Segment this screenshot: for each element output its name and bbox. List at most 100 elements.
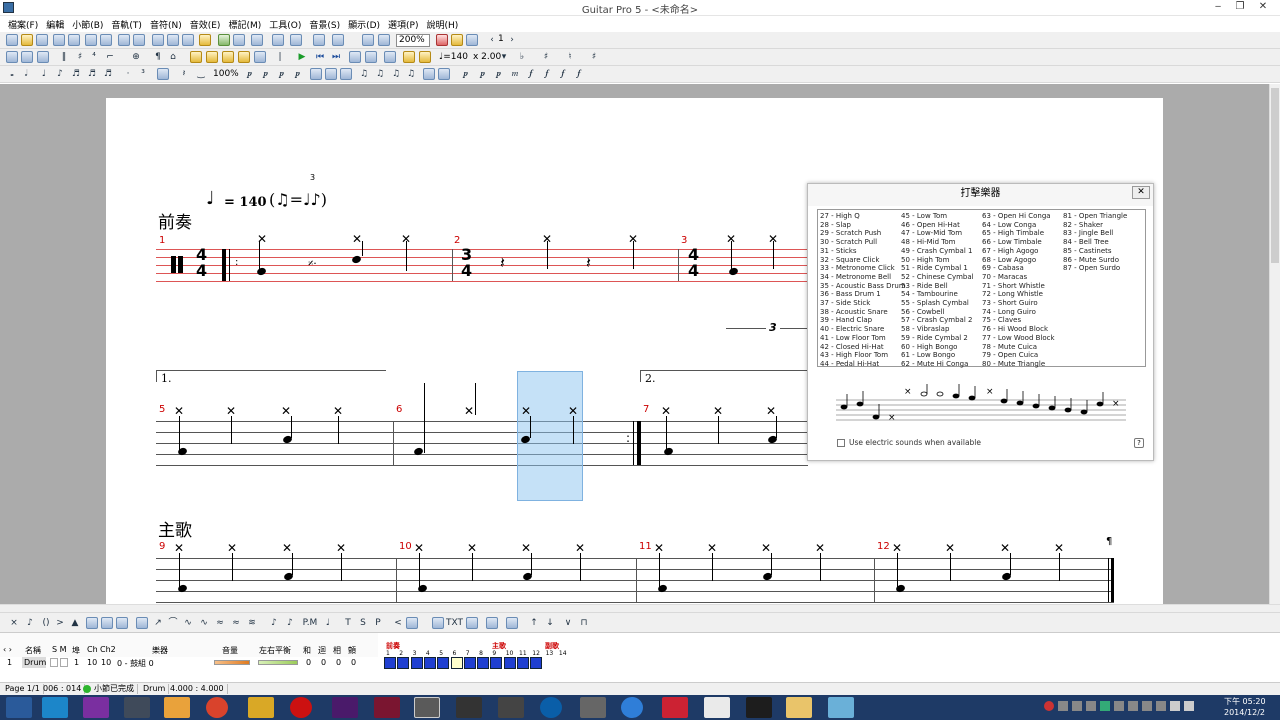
up-arrow-icon[interactable]: ↑	[528, 617, 540, 629]
repeat-close-icon[interactable]	[37, 51, 49, 63]
speed-dropdown-icon[interactable]: ▾	[498, 51, 510, 63]
horizontal-scrollbar[interactable]	[0, 604, 1280, 612]
instrument-item[interactable]: 50 - High Tom	[901, 256, 974, 265]
menu-edit[interactable]: 編輯	[42, 16, 68, 31]
solo-toggle[interactable]	[50, 658, 58, 667]
instrument-item[interactable]: 27 - High Q	[820, 212, 906, 221]
dead-note-icon[interactable]: ×	[8, 617, 20, 629]
instrument-item[interactable]: 41 - Low Floor Tom	[820, 334, 906, 343]
thirty-second-note-icon[interactable]: ♬	[86, 68, 98, 80]
instrument-item[interactable]: 81 - Open Triangle	[1063, 212, 1127, 221]
instrument-item[interactable]: 82 - Shaker	[1063, 221, 1127, 230]
whole-note-icon[interactable]: 𝅝	[6, 68, 18, 80]
dynamic-ffff-icon[interactable]: 𝆑	[573, 68, 585, 80]
volume-icon[interactable]	[1170, 701, 1180, 711]
taskbar-game-icon[interactable]	[456, 697, 482, 718]
palm-mute-icon[interactable]	[101, 617, 113, 629]
instrument-item[interactable]: 86 - Mute Surdo	[1063, 256, 1127, 265]
slap-icon[interactable]: S	[357, 617, 369, 629]
instrument-item[interactable]: 64 - Low Conga	[982, 221, 1055, 230]
pm-icon[interactable]: P.M	[302, 617, 318, 629]
new-file-icon[interactable]	[6, 34, 18, 46]
instrument-item[interactable]: 46 - Open Hi-Hat	[901, 221, 974, 230]
instrument-item[interactable]: 71 - Short Whistle	[982, 282, 1055, 291]
print-preview-icon[interactable]	[68, 34, 80, 46]
marker-icon[interactable]	[190, 51, 202, 63]
taskbar-tool-icon[interactable]	[248, 697, 274, 718]
instrument-list[interactable]: 27 - High Q 28 - Slap 29 - Scratch Push 30 …	[817, 209, 1146, 369]
marker-edit-icon[interactable]	[222, 51, 234, 63]
trill-icon[interactable]: ∿	[198, 617, 210, 629]
grace-icon[interactable]: ‿	[195, 68, 207, 80]
pop-icon[interactable]: P	[372, 617, 384, 629]
instrument-item[interactable]: 68 - Low Agogo	[982, 256, 1055, 265]
dynamic-f-icon[interactable]: 𝆑	[525, 68, 537, 80]
sixteenth-note-icon[interactable]: ♬	[70, 68, 82, 80]
instrument-item[interactable]: 51 - Ride Cymbal 1	[901, 264, 974, 273]
settings-icon[interactable]	[290, 34, 302, 46]
staff-system-1[interactable]: 4 4 : 1 ✕ 𝄎· ✕ ✕ 2 3 4 𝄽 ✕ 𝄽 ✕ 3 4 4 ✕ ✕…	[156, 233, 808, 334]
lock-icon[interactable]: ⌂	[167, 51, 179, 63]
dot-icon[interactable]: ·	[122, 68, 134, 80]
instrument-item[interactable]: 32 - Square Click	[820, 256, 906, 265]
fretboard-icon[interactable]	[436, 34, 448, 46]
taskbar-b-icon[interactable]	[540, 697, 562, 718]
instrument-item[interactable]: 72 - Long Whistle	[982, 290, 1055, 299]
volta-2[interactable]: 2.	[640, 370, 808, 385]
lyrics-icon[interactable]	[466, 617, 478, 629]
dynamic-pp-icon[interactable]: 𝆏	[260, 68, 272, 80]
instrument-item[interactable]: 54 - Tambourine	[901, 290, 974, 299]
instrument-item[interactable]: 34 - Metronome Bell	[820, 273, 906, 282]
beam-icon[interactable]	[310, 68, 322, 80]
instrument-item[interactable]: 33 - Metronome Click	[820, 264, 906, 273]
bar-cells[interactable]	[382, 657, 582, 669]
instrument-item[interactable]: 59 - Ride Cymbal 2	[901, 334, 974, 343]
crescendo-icon[interactable]: <	[392, 617, 404, 629]
bend-icon[interactable]	[136, 617, 148, 629]
volta-icon[interactable]: ⌐	[104, 51, 116, 63]
vibrato-icon[interactable]: ∿	[182, 617, 194, 629]
vertical-scrollbar[interactable]	[1269, 84, 1280, 604]
mute-toggle[interactable]	[60, 658, 68, 667]
single-track-icon[interactable]	[378, 34, 390, 46]
hihat-note[interactable]: ✕	[521, 542, 531, 554]
pick-up-icon[interactable]: ⊓	[578, 617, 590, 629]
instrument-column[interactable]: 45 - Low Tom 46 - Open Hi-Hat 47 - Low-Mid…	[901, 212, 974, 369]
ghost-note-icon[interactable]: ♪	[24, 617, 36, 629]
instrument-item[interactable]: 40 - Electric Snare	[820, 325, 906, 334]
taskbar-folder-icon[interactable]	[786, 697, 812, 718]
clock-time[interactable]: 下午 05:20	[1224, 697, 1266, 707]
time-sig-icon[interactable]: ⁴	[88, 51, 100, 63]
text-icon[interactable]: TXT	[446, 617, 463, 629]
instrument-item[interactable]: 31 - Sticks	[820, 247, 906, 256]
hihat-note[interactable]: ✕	[352, 233, 362, 245]
taskbar-app-icon[interactable]	[124, 697, 150, 718]
dynamic-p-icon[interactable]: 𝆏	[276, 68, 288, 80]
dynamic-ppp2-icon[interactable]: 𝆏	[477, 68, 489, 80]
delete-bar-icon[interactable]	[167, 34, 179, 46]
hammer-icon[interactable]: ⌒	[167, 617, 179, 629]
count-in-icon[interactable]	[365, 51, 377, 63]
snare-note[interactable]	[351, 254, 362, 265]
tray-icon[interactable]	[1086, 701, 1096, 711]
instrument-item[interactable]: 45 - Low Tom	[901, 212, 974, 221]
undo-icon[interactable]	[118, 34, 130, 46]
instrument-item[interactable]: 76 - Hi Wood Block	[982, 325, 1055, 334]
bar-cell[interactable]	[450, 657, 463, 669]
section-icon[interactable]: ⊕	[130, 51, 142, 63]
grace-note-icon[interactable]: ♪	[268, 617, 280, 629]
track-instrument[interactable]: 0 - 鼓組 0	[117, 658, 154, 669]
hihat-note[interactable]: ✕	[761, 542, 771, 554]
instrument-item[interactable]: 70 - Maracas	[982, 273, 1055, 282]
track-remove-icon[interactable]	[233, 34, 245, 46]
end-icon[interactable]: ⏭	[330, 51, 342, 63]
sharp-icon[interactable]: ♯	[540, 51, 552, 63]
instrument-item[interactable]: 49 - Crash Cymbal 1	[901, 247, 974, 256]
tray-icon[interactable]	[1072, 701, 1082, 711]
natural-icon[interactable]: ♮	[564, 51, 576, 63]
instrument-item[interactable]: 55 - Splash Cymbal	[901, 299, 974, 308]
instrument-column[interactable]: 81 - Open Triangle 82 - Shaker 83 - Jingle…	[1063, 212, 1127, 273]
drum-note-icon[interactable]	[438, 68, 450, 80]
hihat-note[interactable]: ✕	[282, 542, 292, 554]
clipboard-icon[interactable]	[182, 34, 194, 46]
